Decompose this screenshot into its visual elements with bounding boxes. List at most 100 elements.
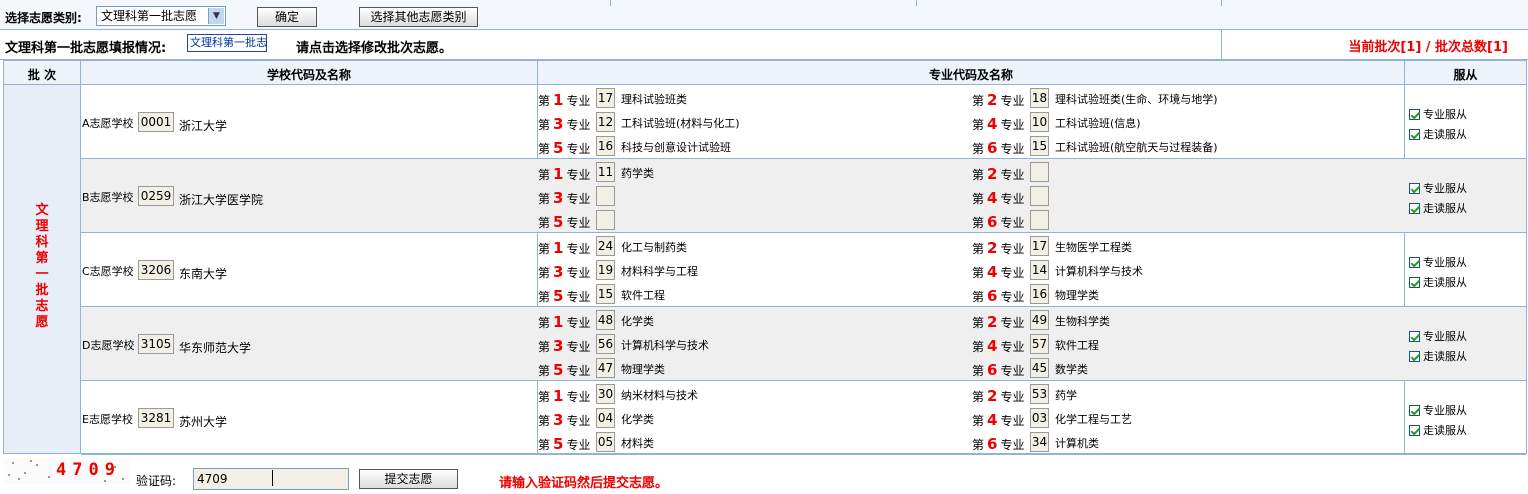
major-order: 第 2 专业 [972,387,1025,405]
obey-major-checkbox[interactable]: 专业服从 [1409,106,1467,122]
major-order: 第 5 专业 [538,139,591,157]
check-icon [1409,203,1420,214]
major-choice: 第 4 专业 [972,184,1404,208]
obey-major-checkbox[interactable]: 专业服从 [1409,180,1467,196]
major-code-input[interactable]: 17 [596,88,615,108]
major-code-input[interactable]: 18 [1030,88,1049,108]
major-name: 软件工程 [621,289,665,302]
header-major: 专业代码及名称 [928,68,1013,82]
select-other-category-button[interactable]: 选择其他志愿类别 [359,7,478,27]
category-select-value: 文理科第一批志愿 [101,9,198,23]
obey-study-checkbox[interactable]: 走读服从 [1409,126,1467,142]
major-code-input[interactable]: 14 [1030,260,1049,280]
school-slot-label: E志愿学校 [82,413,133,426]
major-code-input[interactable]: 30 [596,384,615,404]
batch-counter: 当前批次[1] / 批次总数[1] [1348,40,1508,55]
batch-link[interactable]: 文理科第一批志 [187,34,267,52]
major-order: 第 6 专业 [972,213,1025,231]
major-code-input[interactable]: 48 [596,310,615,330]
major-code-input[interactable]: 04 [596,408,615,428]
major-name: 计算机类 [1055,437,1099,450]
divider [610,0,611,6]
status-row: 文理科第一批志愿填报情况: 文理科第一批志 请点击选择修改批次志愿。 当前批次[… [0,30,1528,60]
major-order: 第 5 专业 [538,213,591,231]
school-code-input[interactable]: 0259 [138,186,174,206]
obey-major-checkbox[interactable]: 专业服从 [1409,254,1467,270]
school-row: C志愿学校 3206 东南大学 第 1 专业 24 化工与制药类 第 2 专业 17 生物医… [81,233,1526,307]
major-code-input[interactable]: 49 [1030,310,1049,330]
major-code-input[interactable]: 10 [1030,112,1049,132]
check-icon [1409,425,1420,436]
major-code-input[interactable] [596,210,615,230]
major-name: 药学类 [621,167,654,180]
major-name: 化学类 [621,315,654,328]
major-name: 计算机科学与技术 [1055,265,1143,278]
obey-study-checkbox[interactable]: 走读服从 [1409,274,1467,290]
submit-message: 请输入验证码然后提交志愿。 [499,476,669,491]
obey-study-checkbox[interactable]: 走读服从 [1409,348,1467,364]
major-code-input[interactable]: 24 [596,236,615,256]
major-choice: 第 3 专业 56 计算机科学与技术 [538,332,970,356]
major-code-input[interactable]: 57 [1030,334,1049,354]
school-code-input[interactable]: 0001 [138,112,174,132]
major-code-input[interactable]: 16 [1030,284,1049,304]
major-order: 第 1 专业 [538,313,591,331]
school-code-input[interactable]: 3105 [138,334,174,354]
major-code-input[interactable]: 19 [596,260,615,280]
school-row: B志愿学校 0259 浙江大学医学院 第 1 专业 11 药学类 第 2 专业 第 3 专业 第… [81,159,1526,233]
major-code-input[interactable] [1030,210,1049,230]
major-choice: 第 6 专业 16 物理学类 [972,282,1404,306]
major-choice: 第 2 专业 53 药学 [972,382,1404,406]
major-code-input[interactable]: 15 [596,284,615,304]
major-order: 第 2 专业 [972,91,1025,109]
major-code-input[interactable] [596,186,615,206]
table-header: 批 次 学校代码及名称 专业代码及名称 服从 [4,61,1526,85]
major-order: 第 4 专业 [972,189,1025,207]
major-choice: 第 6 专业 45 数学类 [972,356,1404,380]
verify-code-input[interactable]: 4709 [193,468,349,490]
major-code-input[interactable]: 12 [596,112,615,132]
obey-study-checkbox[interactable]: 走读服从 [1409,200,1467,216]
header-batch: 批 次 [27,68,57,82]
major-code-input[interactable] [1030,162,1049,182]
category-select[interactable]: 文理科第一批志愿 ▼ [96,6,226,26]
major-name: 药学 [1055,389,1077,402]
divider [916,0,917,6]
major-order: 第 6 专业 [972,287,1025,305]
major-code-input[interactable]: 16 [596,136,615,156]
major-order: 第 1 专业 [538,239,591,257]
major-order: 第 3 专业 [538,263,591,281]
major-order: 第 6 专业 [972,139,1025,157]
major-code-input[interactable]: 53 [1030,384,1049,404]
major-code-input[interactable]: 05 [596,432,615,452]
major-code-input[interactable]: 47 [596,358,615,378]
school-code-input[interactable]: 3281 [138,408,174,428]
school-name: 华东师范大学 [179,341,252,355]
major-code-input[interactable]: 56 [596,334,615,354]
obey-major-checkbox[interactable]: 专业服从 [1409,402,1467,418]
major-order: 第 4 专业 [972,411,1025,429]
major-name: 工科试验班(信息) [1055,117,1141,130]
captcha-image[interactable]: 4709 [4,458,130,484]
major-code-input[interactable] [1030,186,1049,206]
school-slot-label: A志愿学校 [82,117,134,130]
major-code-input[interactable]: 17 [1030,236,1049,256]
major-code-input[interactable]: 45 [1030,358,1049,378]
major-order: 第 3 专业 [538,411,591,429]
major-choice: 第 3 专业 04 化学类 [538,406,970,430]
obey-study-checkbox[interactable]: 走读服从 [1409,422,1467,438]
major-name: 物理学类 [1055,289,1099,302]
school-code-input[interactable]: 3206 [138,260,174,280]
major-name: 理科试验班类(生命、环境与地学) [1055,93,1218,106]
major-name: 工科试验班(材料与化工) [621,117,740,130]
major-code-input[interactable]: 11 [596,162,615,182]
confirm-button[interactable]: 确定 [257,7,317,27]
major-code-input[interactable]: 34 [1030,432,1049,452]
major-choice: 第 5 专业 16 科技与创意设计试验班 [538,134,970,158]
submit-button[interactable]: 提交志愿 [359,469,458,489]
major-code-input[interactable]: 03 [1030,408,1049,428]
obey-major-checkbox[interactable]: 专业服从 [1409,328,1467,344]
chevron-down-icon[interactable]: ▼ [208,8,224,24]
major-code-input[interactable]: 15 [1030,136,1049,156]
volunteer-table: 批 次 学校代码及名称 专业代码及名称 服从 文理科第一批志愿 A志愿学校 000… [3,60,1527,455]
